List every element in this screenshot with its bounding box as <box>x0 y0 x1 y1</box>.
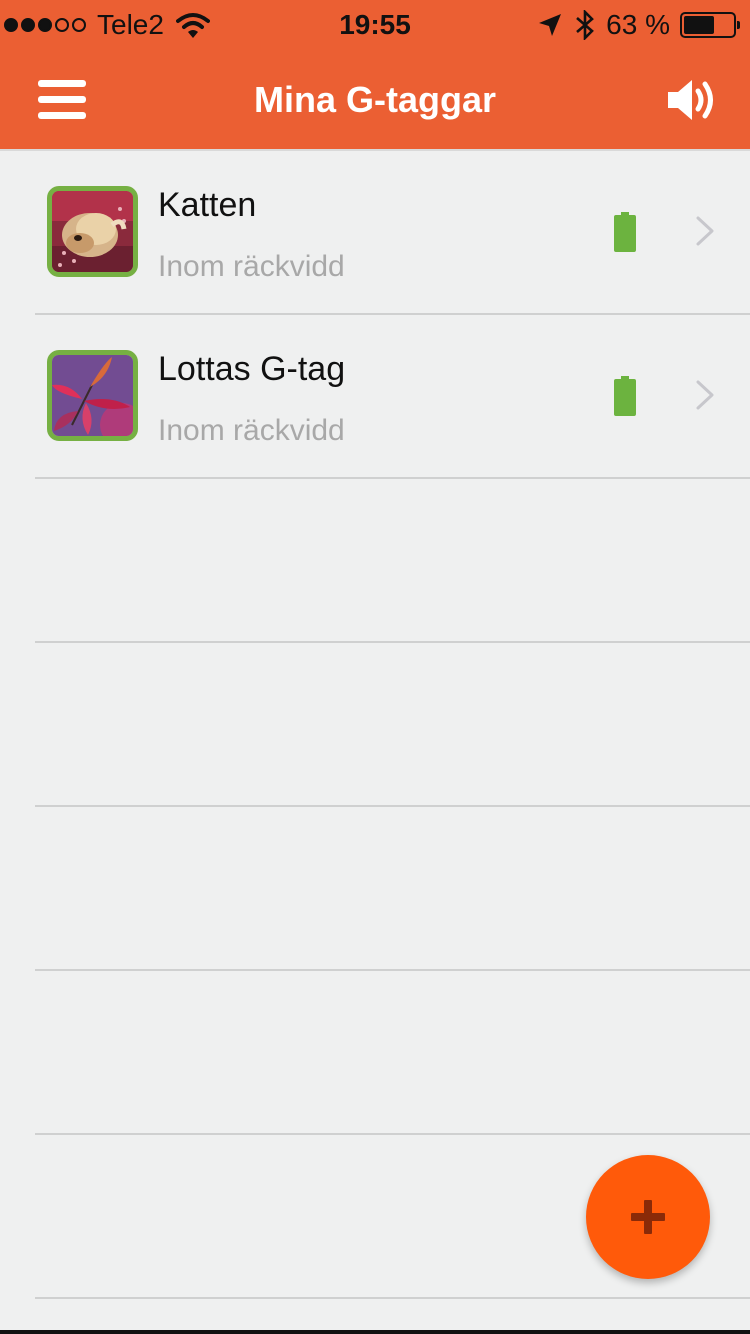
cat-photo-image <box>52 191 133 272</box>
tag-status: Inom räckvidd <box>158 414 345 447</box>
add-tag-button[interactable] <box>586 1155 710 1279</box>
empty-row <box>35 807 750 971</box>
red-leaves-photo-image <box>52 355 133 436</box>
cat-photo <box>47 186 138 277</box>
plus-icon <box>631 1200 665 1234</box>
tag-name: Katten <box>158 186 257 224</box>
empty-row <box>35 479 750 643</box>
screen-bottom-edge <box>0 1330 750 1334</box>
bluetooth-icon <box>576 10 595 40</box>
app-header: Tele2 19:55 63 % Mina G-taggar <box>0 0 750 151</box>
tag-name: Lottas G-tag <box>158 350 346 388</box>
location-arrow-icon <box>539 14 562 36</box>
speaker-icon[interactable] <box>666 76 716 124</box>
empty-row <box>35 643 750 807</box>
status-bar: Tele2 19:55 63 % <box>0 0 750 52</box>
battery-full-icon <box>614 212 636 252</box>
tag-list: Katten Inom räckvidd Lottas G-tag Inom r… <box>0 151 750 1299</box>
tag-status: Inom räckvidd <box>158 250 345 283</box>
list-item[interactable]: Katten Inom räckvidd <box>35 151 750 315</box>
battery-icon <box>680 12 740 38</box>
status-right: 63 % <box>538 9 740 41</box>
red-leaves-photo <box>47 350 138 441</box>
empty-row <box>35 971 750 1135</box>
list-item[interactable]: Lottas G-tag Inom räckvidd <box>35 315 750 479</box>
chevron-right-icon <box>696 216 714 246</box>
battery-full-icon <box>614 376 636 416</box>
chevron-right-icon <box>696 380 714 410</box>
battery-percent: 63 % <box>606 9 670 40</box>
battery-level-fill <box>684 16 715 34</box>
page-title: Mina G-taggar <box>253 79 496 120</box>
